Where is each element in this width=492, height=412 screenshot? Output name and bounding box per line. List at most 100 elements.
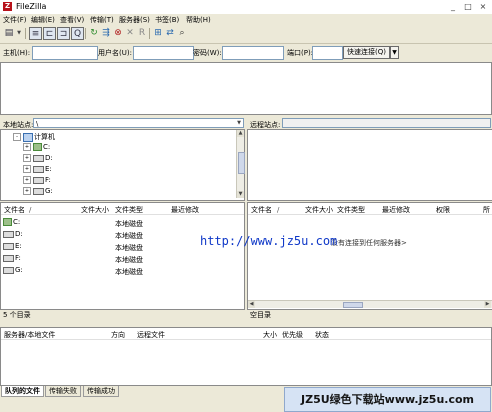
- minimize-button[interactable]: _: [446, 2, 460, 12]
- menu-bar: 文件(F) 编辑(E) 查看(V) 传输(T) 服务器(S) 书签(B) 帮助(…: [0, 14, 492, 25]
- expand-icon[interactable]: +: [23, 187, 31, 195]
- drive-icon: [33, 165, 44, 173]
- dropdown-arrow-icon[interactable]: ▼: [16, 29, 22, 37]
- compare-icon[interactable]: ⇄: [164, 27, 176, 39]
- column-filetype[interactable]: 文件类型: [337, 205, 365, 216]
- column-status[interactable]: 状态: [315, 330, 329, 341]
- tab-queued-files[interactable]: 队列的文件: [1, 386, 44, 397]
- local-file-list-header: 文件名 / 文件大小 文件类型 最近修改: [1, 203, 244, 215]
- close-button[interactable]: ×: [476, 2, 490, 12]
- file-name: D:: [15, 230, 23, 238]
- expand-icon[interactable]: +: [23, 154, 31, 162]
- local-tree-scrollbar[interactable]: ▲ ▼: [236, 130, 245, 198]
- toggle-log-icon[interactable]: ≡: [29, 27, 42, 40]
- column-filename[interactable]: 文件名: [251, 205, 272, 216]
- column-remote-file[interactable]: 远程文件: [137, 330, 165, 341]
- tab-successful-transfers[interactable]: 传输成功: [83, 386, 119, 397]
- tree-item-computer[interactable]: - 计算机: [13, 132, 55, 142]
- menu-transfer[interactable]: 传输(T): [90, 15, 114, 25]
- tab-failed-transfers[interactable]: 传输失败: [45, 386, 81, 397]
- title-bar: Z FileZilla _ □ ×: [0, 0, 492, 15]
- scroll-right-icon[interactable]: ▶: [484, 301, 491, 308]
- toggle-local-tree-icon[interactable]: ⊏: [43, 27, 56, 40]
- host-input[interactable]: [32, 46, 98, 60]
- filezilla-app-icon: Z: [3, 2, 12, 11]
- column-owner[interactable]: 所: [483, 205, 490, 216]
- site-manager-icon[interactable]: ▤: [3, 27, 15, 39]
- column-permissions[interactable]: 权限: [436, 205, 450, 216]
- menu-help[interactable]: 帮助(H): [186, 15, 211, 25]
- local-path-dropdown-icon[interactable]: ▼: [236, 119, 242, 127]
- watermark-url: http://www.jz5u.com: [200, 234, 338, 248]
- menu-edit[interactable]: 编辑(E): [31, 15, 55, 25]
- reconnect-icon[interactable]: R: [136, 27, 148, 39]
- column-direction[interactable]: 方向: [111, 330, 125, 341]
- column-filetype[interactable]: 文件类型: [115, 205, 143, 216]
- file-type: 本地磁盘: [115, 268, 143, 276]
- tree-item-drive[interactable]: + E:: [23, 165, 52, 173]
- search-icon[interactable]: ⌕: [176, 27, 188, 39]
- password-input[interactable]: [222, 46, 284, 60]
- column-filesize[interactable]: 文件大小: [81, 205, 109, 216]
- column-modified[interactable]: 最近修改: [171, 205, 199, 216]
- menu-bookmarks[interactable]: 书签(B): [155, 15, 179, 25]
- tree-item-drive[interactable]: + G:: [23, 187, 53, 195]
- refresh-icon[interactable]: ↻: [88, 27, 100, 39]
- remote-path-input[interactable]: [282, 118, 491, 128]
- collapse-icon[interactable]: -: [13, 133, 21, 141]
- tree-item-label: D:: [45, 154, 53, 162]
- remote-list-scrollbar[interactable]: ◀ ▶: [248, 300, 492, 308]
- file-row[interactable]: C:: [3, 218, 20, 226]
- process-queue-icon[interactable]: ⇶: [100, 27, 112, 39]
- cancel-icon[interactable]: ⊗: [112, 27, 124, 39]
- scroll-up-icon[interactable]: ▲: [237, 130, 244, 137]
- tree-item-label: 计算机: [34, 133, 55, 141]
- column-server-local-file[interactable]: 服务器/本地文件: [4, 330, 55, 341]
- quickconnect-button[interactable]: 快速连接(Q): [343, 46, 390, 59]
- menu-file[interactable]: 文件(F): [3, 15, 27, 25]
- file-row[interactable]: D:: [3, 230, 23, 238]
- menu-server[interactable]: 服务器(S): [119, 15, 150, 25]
- queue-header: 服务器/本地文件 方向 远程文件 大小 优先级 状态: [1, 328, 491, 340]
- maximize-button[interactable]: □: [461, 2, 475, 12]
- message-log[interactable]: [0, 62, 492, 115]
- file-name: G:: [15, 266, 23, 274]
- site-banner: JZ5U绿色下载站www.jz5u.com: [284, 387, 491, 412]
- window-title: FileZilla: [16, 2, 47, 11]
- expand-icon[interactable]: +: [23, 176, 31, 184]
- drive-icon: [3, 254, 14, 262]
- toolbar: ▤ ▼ ≡ ⊏ ⊐ Q ↻ ⇶ ⊗ ✕ R ⊞ ⇄ ⌕: [0, 25, 492, 44]
- scroll-thumb[interactable]: [238, 152, 245, 174]
- disconnect-icon[interactable]: ✕: [124, 27, 136, 39]
- scroll-left-icon[interactable]: ◀: [248, 301, 255, 308]
- not-connected-message: 没有连接到任何服务器>: [331, 239, 407, 247]
- menu-view[interactable]: 查看(V): [60, 15, 84, 25]
- column-modified[interactable]: 最近修改: [382, 205, 410, 216]
- column-size[interactable]: 大小: [263, 330, 277, 341]
- expand-icon[interactable]: +: [23, 143, 31, 151]
- toggle-remote-tree-icon[interactable]: ⊐: [57, 27, 70, 40]
- tree-item-drive[interactable]: + F:: [23, 176, 51, 184]
- drive-icon: [33, 143, 42, 151]
- file-row[interactable]: E:: [3, 242, 22, 250]
- scroll-thumb[interactable]: [343, 302, 363, 308]
- username-input[interactable]: [133, 46, 194, 60]
- tree-item-drive[interactable]: + D:: [23, 154, 53, 162]
- column-priority[interactable]: 优先级: [282, 330, 303, 341]
- file-row[interactable]: F:: [3, 254, 21, 262]
- quickconnect-dropdown-icon[interactable]: ▼: [390, 46, 399, 59]
- column-filename[interactable]: 文件名: [4, 205, 25, 216]
- filter-icon[interactable]: ⊞: [152, 27, 164, 39]
- port-input[interactable]: [312, 46, 343, 60]
- file-type: 本地磁盘: [115, 256, 143, 264]
- local-path-input[interactable]: \: [33, 118, 244, 128]
- toggle-queue-icon[interactable]: Q: [71, 27, 84, 40]
- column-filesize[interactable]: 文件大小: [305, 205, 333, 216]
- file-row[interactable]: G:: [3, 266, 23, 274]
- password-label: 密码(W):: [193, 49, 222, 57]
- host-label: 主机(H):: [3, 49, 31, 57]
- scroll-down-icon[interactable]: ▼: [237, 191, 244, 198]
- sort-indicator: /: [277, 206, 280, 214]
- tree-item-drive[interactable]: + C:: [23, 143, 50, 151]
- expand-icon[interactable]: +: [23, 165, 31, 173]
